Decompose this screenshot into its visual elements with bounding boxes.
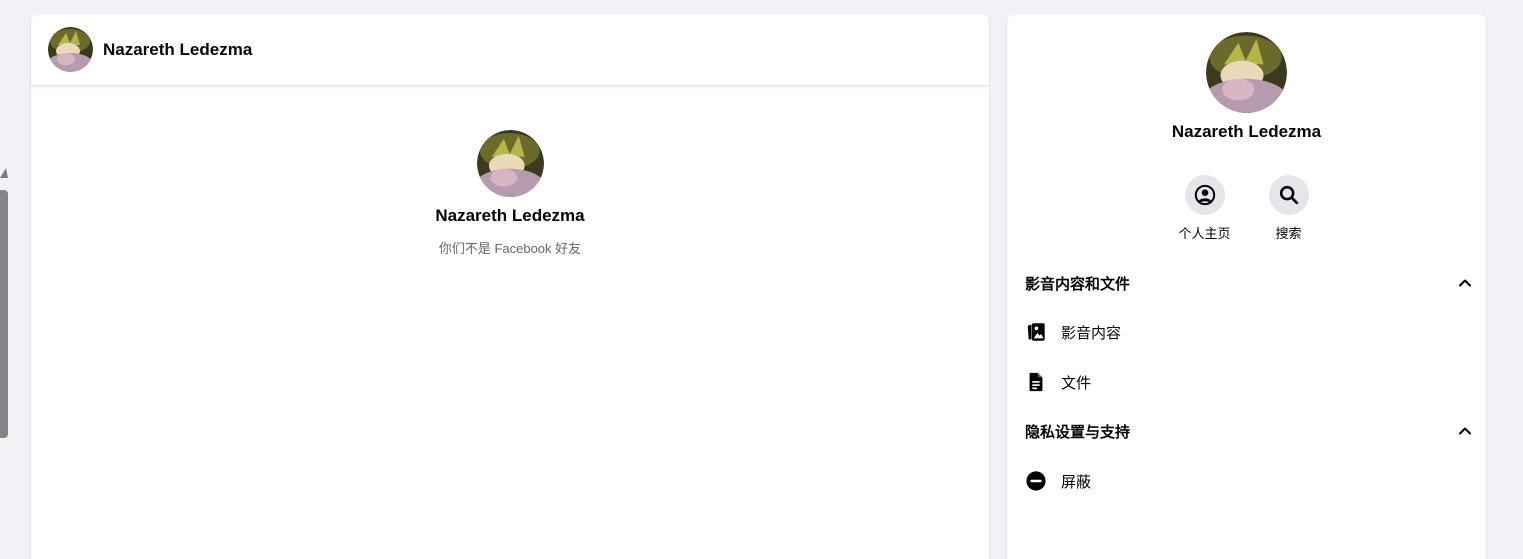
conversation-info-panel: Nazareth Ledezma 个人主页 搜索 影音内容和文件 影音内容 文件… (1007, 14, 1486, 559)
chevron-up-icon[interactable] (1457, 275, 1473, 291)
menu-item-files-label: 文件 (1061, 374, 1092, 392)
file-icon (1025, 371, 1047, 393)
search-button-label[interactable]: 搜索 (1275, 223, 1301, 242)
chat-header[interactable]: Nazareth Ledezma (31, 14, 989, 86)
section-privacy-support-title: 隐私设置与支持 (1025, 423, 1131, 441)
section-media-files-header[interactable]: 影音内容和文件 (1025, 265, 1473, 301)
chat-header-name[interactable]: Nazareth Ledezma (103, 40, 252, 60)
search-button-circle[interactable] (1268, 175, 1309, 215)
friend-status-text: 你们不是 Facebook 好友 (438, 241, 582, 256)
messenger-page: Nazareth Ledezma Nazareth Ledezma 你们不是 F… (0, 0, 1523, 559)
profile-button[interactable]: 个人主页 (1179, 175, 1231, 242)
intro-avatar[interactable] (476, 130, 544, 197)
info-profile: Nazareth Ledezma 个人主页 搜索 (1007, 14, 1486, 242)
chat-intro: Nazareth Ledezma 你们不是 Facebook 好友 (31, 86, 989, 257)
section-privacy-support-header[interactable]: 隐私设置与支持 (1025, 413, 1473, 449)
chevron-up-icon[interactable] (1457, 423, 1473, 439)
info-avatar[interactable] (1206, 32, 1287, 113)
search-button[interactable]: 搜索 (1267, 175, 1311, 242)
left-scrollbar[interactable] (0, 0, 11, 559)
menu-item-block-label: 屏蔽 (1061, 473, 1092, 491)
section-media-files-title: 影音内容和文件 (1025, 275, 1131, 293)
profile-button-label[interactable]: 个人主页 (1179, 223, 1231, 242)
menu-item-block[interactable]: 屏蔽 (1025, 461, 1473, 501)
intro-contact-name[interactable]: Nazareth Ledezma (435, 206, 584, 226)
profile-icon (1194, 184, 1215, 206)
search-icon (1279, 185, 1298, 205)
profile-button-circle[interactable] (1184, 175, 1225, 215)
media-icon (1025, 321, 1047, 343)
contact-avatar[interactable] (48, 27, 93, 72)
info-contact-name[interactable]: Nazareth Ledezma (1172, 122, 1321, 142)
scrollbar-thumb[interactable] (0, 190, 8, 438)
scroll-up-arrow-icon[interactable] (0, 168, 8, 178)
menu-item-media-label: 影音内容 (1061, 324, 1122, 342)
menu-item-files[interactable]: 文件 (1025, 362, 1473, 402)
action-row: 个人主页 搜索 (1179, 175, 1311, 242)
block-icon (1025, 470, 1047, 492)
chat-panel: Nazareth Ledezma Nazareth Ledezma 你们不是 F… (31, 14, 989, 559)
menu-item-media[interactable]: 影音内容 (1025, 312, 1473, 352)
